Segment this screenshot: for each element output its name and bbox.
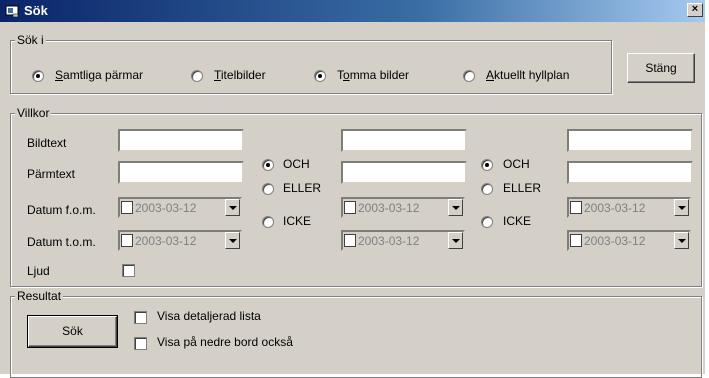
date-to-picker-2[interactable]: 2003-03-12: [341, 230, 465, 251]
radio-op1-or[interactable]: [262, 183, 274, 195]
search-button[interactable]: Sök: [27, 315, 118, 348]
binder-text-input-1[interactable]: [118, 161, 244, 184]
dropdown-arrow-icon[interactable]: [448, 199, 463, 216]
op2-or-label[interactable]: ELLER: [503, 181, 541, 195]
date-from-value-1: 2003-03-12: [135, 201, 197, 215]
date-to-value-3: 2003-03-12: [584, 234, 646, 248]
caption-input-1[interactable]: [118, 129, 244, 152]
radio-op2-not[interactable]: [481, 216, 493, 228]
date-from-picker-3[interactable]: 2003-03-12: [567, 197, 691, 218]
date-from-checkbox-3[interactable]: [570, 201, 582, 214]
date-to-checkbox-2[interactable]: [344, 234, 356, 247]
date-from-picker-2[interactable]: 2003-03-12: [341, 197, 465, 218]
radio-current-shelf-label[interactable]: Aktuellt hyllplan: [486, 68, 569, 82]
date-to-picker-3[interactable]: 2003-03-12: [567, 230, 691, 251]
radio-empty-images-label[interactable]: Tomma bilder: [337, 68, 409, 82]
lower-board-checkbox[interactable]: [134, 337, 147, 350]
op1-not-label[interactable]: ICKE: [283, 214, 311, 228]
caption-label: Bildtext: [27, 136, 67, 150]
window-title: Sök: [24, 3, 48, 18]
detailed-list-label[interactable]: Visa detaljerad lista: [157, 309, 261, 323]
op1-and-label[interactable]: OCH: [283, 157, 310, 171]
search-in-legend: Sök i: [15, 33, 46, 47]
radio-current-shelf[interactable]: [463, 70, 475, 82]
lower-board-label[interactable]: Visa på nedre bord också: [157, 335, 293, 349]
app-icon: [5, 5, 19, 18]
close-icon[interactable]: ×: [687, 3, 703, 17]
radio-all-binders[interactable]: [32, 70, 44, 82]
date-from-checkbox-2[interactable]: [344, 201, 356, 214]
op1-or-label[interactable]: ELLER: [283, 181, 321, 195]
search-in-group: Sök i: [10, 33, 612, 94]
binder-text-input-3[interactable]: [567, 161, 693, 184]
close-button[interactable]: Stäng: [627, 53, 695, 83]
dropdown-arrow-icon[interactable]: [448, 232, 463, 249]
date-to-value-1: 2003-03-12: [135, 234, 197, 248]
detailed-list-checkbox[interactable]: [134, 311, 147, 324]
binder-text-input-2[interactable]: [341, 161, 467, 184]
sound-label: Ljud: [27, 264, 50, 278]
op2-not-label[interactable]: ICKE: [503, 214, 531, 228]
date-from-picker-1[interactable]: 2003-03-12: [118, 197, 242, 218]
date-from-label: Datum f.o.m.: [27, 203, 96, 217]
radio-title-images-label[interactable]: Titelbilder: [214, 68, 266, 82]
date-from-value-3: 2003-03-12: [584, 201, 646, 215]
date-to-checkbox-1[interactable]: [121, 234, 133, 247]
caption-input-3[interactable]: [567, 129, 693, 152]
date-from-checkbox-1[interactable]: [121, 201, 133, 214]
radio-op2-or[interactable]: [481, 183, 493, 195]
radio-op2-and[interactable]: [481, 159, 493, 171]
date-to-checkbox-3[interactable]: [570, 234, 582, 247]
search-dialog: Sök × Sök i Samtliga pärmar Titelbilder …: [0, 0, 709, 378]
radio-empty-images[interactable]: [314, 70, 326, 82]
radio-all-binders-label[interactable]: Samtliga pärmar: [55, 68, 143, 82]
date-from-value-2: 2003-03-12: [358, 201, 420, 215]
dropdown-arrow-icon[interactable]: [674, 232, 689, 249]
date-to-value-2: 2003-03-12: [358, 234, 420, 248]
results-legend: Resultat: [15, 289, 64, 303]
sound-checkbox[interactable]: [122, 264, 135, 277]
dropdown-arrow-icon[interactable]: [225, 232, 240, 249]
binder-text-label: Pärmtext: [27, 167, 76, 181]
caption-input-2[interactable]: [341, 129, 467, 152]
date-to-picker-1[interactable]: 2003-03-12: [118, 230, 242, 251]
conditions-legend: Villkor: [15, 106, 52, 120]
date-to-label: Datum t.o.m.: [27, 235, 96, 249]
radio-op1-and[interactable]: [262, 159, 274, 171]
title-bar: Sök ×: [0, 0, 705, 22]
dropdown-arrow-icon[interactable]: [674, 199, 689, 216]
radio-op1-not[interactable]: [262, 216, 274, 228]
dropdown-arrow-icon[interactable]: [225, 199, 240, 216]
op2-and-label[interactable]: OCH: [503, 157, 530, 171]
radio-title-images[interactable]: [191, 70, 203, 82]
